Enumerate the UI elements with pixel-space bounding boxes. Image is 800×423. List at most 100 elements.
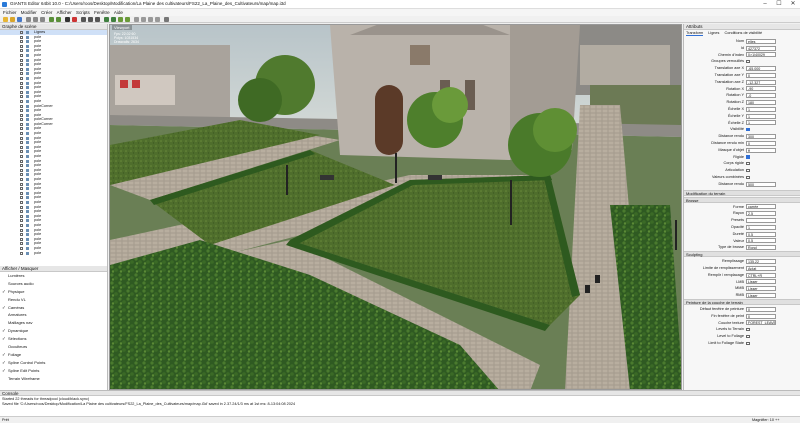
visibility-toggle[interactable]: Armatures	[0, 311, 107, 319]
visibility-toggle[interactable]: ✓ Physique	[0, 288, 107, 296]
visibility-toggle[interactable]: ✓ Caméras	[0, 304, 107, 312]
visibility-toggle[interactable]: Occulteurs	[0, 343, 107, 351]
property-checkbox[interactable]	[746, 327, 750, 332]
maximize-button[interactable]: ☐	[772, 0, 786, 9]
visibility-checkbox[interactable]	[20, 136, 23, 140]
property-value-field[interactable]: 0>1|4|0|29	[746, 52, 776, 58]
visibility-toggle[interactable]: ✓ Foliage	[0, 351, 107, 359]
light-icon[interactable]	[141, 17, 146, 22]
property-value-field[interactable]: ff	[746, 147, 776, 153]
visibility-checkbox[interactable]	[20, 182, 23, 186]
property-value-field[interactable]: -12.327	[746, 79, 776, 85]
property-value-field[interactable]: elles	[746, 38, 776, 44]
camera-icon[interactable]	[134, 17, 139, 22]
visibility-checkbox[interactable]	[20, 35, 23, 39]
property-value-field[interactable]: 0.5	[746, 231, 776, 237]
play-icon[interactable]	[65, 17, 70, 22]
menu-scripts[interactable]: Scripts	[76, 9, 90, 16]
cut-icon[interactable]	[26, 17, 31, 22]
visibility-checkbox[interactable]	[20, 67, 23, 71]
visibility-checkbox[interactable]	[20, 210, 23, 214]
visibility-checkbox[interactable]	[20, 63, 23, 67]
visibility-toggle[interactable]: Rendu VL	[0, 296, 107, 304]
foliage-icon[interactable]	[118, 17, 123, 22]
property-checkbox[interactable]	[746, 168, 750, 173]
visibility-checkbox[interactable]	[20, 155, 23, 159]
property-value-field[interactable]: 180	[746, 100, 776, 106]
property-value-field[interactable]	[746, 218, 776, 224]
visibility-checkbox[interactable]	[20, 214, 23, 218]
visibility-checkbox[interactable]	[20, 132, 23, 136]
property-value-field[interactable]: FOREST_LEAVES	[746, 320, 776, 326]
visibility-checkbox[interactable]	[20, 104, 23, 108]
property-checkbox[interactable]	[746, 155, 750, 159]
tree-icon[interactable]	[125, 17, 130, 22]
visibility-checkbox[interactable]	[20, 173, 23, 177]
redo-icon[interactable]	[56, 17, 61, 22]
visibility-checkbox[interactable]	[20, 219, 23, 223]
visibility-checkbox[interactable]	[20, 145, 23, 149]
visibility-checkbox[interactable]	[20, 90, 23, 94]
menu-edit[interactable]: Modifier	[21, 9, 37, 16]
property-checkbox[interactable]	[746, 161, 750, 166]
viewport[interactable]: Viewport Fps: 22.02 60 Polys: 1031534 Dr…	[109, 24, 682, 390]
visibility-checkbox[interactable]	[20, 164, 23, 168]
property-value-field[interactable]: 0	[746, 140, 776, 146]
visibility-checkbox[interactable]	[20, 40, 23, 44]
property-value-field[interactable]: Aplat	[746, 265, 776, 271]
property-value-field[interactable]: Rond	[746, 245, 776, 251]
tab-transform[interactable]: Transform	[686, 31, 704, 36]
menu-window[interactable]: Fenêtre	[94, 9, 110, 16]
visibility-checkbox[interactable]	[20, 31, 23, 34]
property-value-field[interactable]: Lisser	[746, 286, 776, 292]
tab-lignes[interactable]: Lignes	[708, 31, 719, 35]
visibility-checkbox[interactable]	[20, 191, 23, 195]
visibility-checkbox[interactable]	[20, 168, 23, 172]
property-value-field[interactable]: 1	[746, 120, 776, 126]
property-value-field[interactable]: 300	[746, 134, 776, 140]
menu-file[interactable]: Fichier	[3, 9, 17, 16]
property-value-field[interactable]: 0	[746, 72, 776, 78]
settings-icon[interactable]	[164, 17, 169, 22]
visibility-toggle[interactable]: ✓ Spline Edit Points	[0, 367, 107, 375]
move-icon[interactable]	[81, 17, 86, 22]
property-value-field[interactable]: CTRL+R	[746, 272, 776, 278]
property-value-field[interactable]: 1	[746, 106, 776, 112]
scenegraph-list[interactable]: Lignes pole pole pole pole pole pole pole pole po…	[0, 30, 107, 255]
property-value-field[interactable]: Lisser	[746, 279, 776, 285]
property-checkbox[interactable]	[746, 334, 750, 339]
property-checkbox[interactable]	[746, 127, 750, 132]
property-value-field[interactable]: -65.000	[746, 66, 776, 72]
property-value-field[interactable]: 0	[746, 306, 776, 312]
save-icon[interactable]	[17, 17, 22, 22]
visibility-toggle[interactable]: Sources audio	[0, 280, 107, 288]
open-icon[interactable]	[10, 17, 15, 22]
property-value-field[interactable]: 0.5	[746, 238, 776, 244]
visibility-checkbox[interactable]	[20, 200, 23, 204]
close-button[interactable]: ✕	[786, 0, 800, 9]
visibility-toggle[interactable]: Lumières	[0, 272, 107, 280]
property-value-field[interactable]: 1	[746, 224, 776, 230]
property-checkbox[interactable]	[746, 175, 750, 179]
visibility-checkbox[interactable]	[20, 127, 23, 131]
visibility-checkbox[interactable]	[20, 150, 23, 154]
property-value-field[interactable]: 1	[746, 113, 776, 119]
visibility-checkbox[interactable]	[20, 81, 23, 85]
tab-visibility-conditions[interactable]: Conditions de visibilité	[725, 31, 763, 35]
rotate-icon[interactable]	[88, 17, 93, 22]
visibility-checkbox[interactable]	[20, 246, 23, 250]
menu-create[interactable]: Créer	[41, 9, 52, 16]
property-value-field[interactable]: 2.5	[746, 211, 776, 217]
menu-help[interactable]: Aide	[114, 9, 123, 16]
visibility-checkbox[interactable]	[20, 113, 23, 117]
visibility-checkbox[interactable]	[20, 76, 23, 80]
visibility-checkbox[interactable]	[20, 109, 23, 113]
new-icon[interactable]	[3, 17, 8, 22]
visibility-toggle[interactable]: ✓ Sélections	[0, 335, 107, 343]
visibility-checkbox[interactable]	[20, 159, 23, 163]
visibility-checkbox[interactable]	[20, 251, 23, 255]
visibility-toggle[interactable]: Maillages nav	[0, 319, 107, 327]
visibility-toggle[interactable]: ✓ Spline Control Points	[0, 359, 107, 367]
visibility-checkbox[interactable]	[20, 99, 23, 103]
visibility-checkbox[interactable]	[20, 44, 23, 48]
